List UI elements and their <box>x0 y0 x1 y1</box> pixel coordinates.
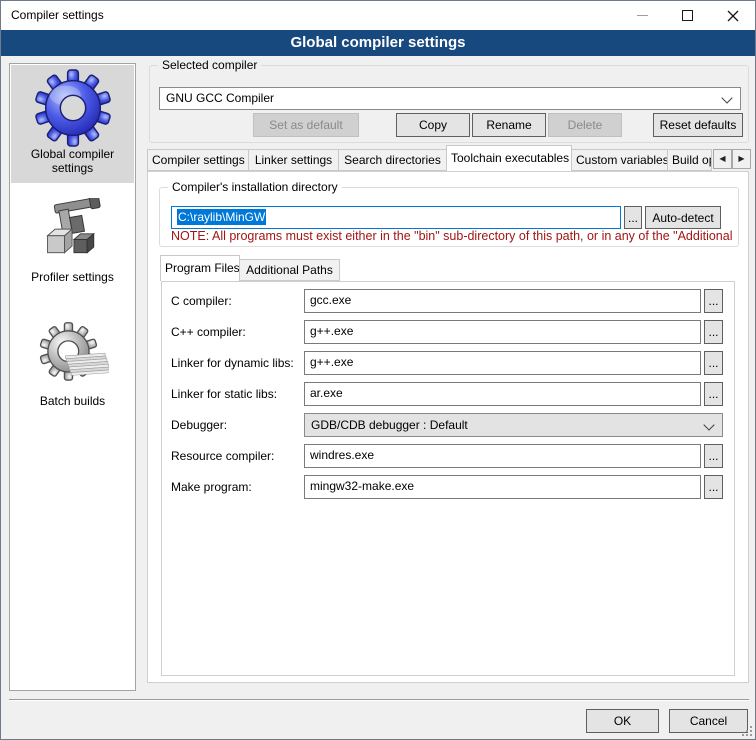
cancel-button[interactable]: Cancel <box>669 709 748 733</box>
make-program-browse-button[interactable]: ... <box>704 475 723 499</box>
tab-custom-variables[interactable]: Custom variables <box>572 149 668 171</box>
close-button[interactable] <box>710 1 755 30</box>
field-row-linker-dynamic: Linker for dynamic libs: g++.exe ... <box>171 351 723 375</box>
installation-directory-input[interactable]: C:\raylib\MinGW <box>171 206 621 229</box>
tab-additional-paths[interactable]: Additional Paths <box>240 259 340 281</box>
field-label: C compiler: <box>171 289 232 313</box>
caption-buttons <box>620 1 755 30</box>
chevron-down-icon <box>703 419 714 430</box>
page-title: Global compiler settings <box>1 30 755 56</box>
auto-detect-button[interactable]: Auto-detect <box>645 206 721 229</box>
installation-directory-value: C:\raylib\MinGW <box>177 209 266 225</box>
chevron-down-icon <box>721 92 732 103</box>
field-label: Linker for static libs: <box>171 382 277 406</box>
field-label: Linker for dynamic libs: <box>171 351 294 375</box>
rename-button[interactable]: Rename <box>472 113 546 137</box>
debugger-select-value: GDB/CDB debugger : Default <box>311 418 468 432</box>
minimize-icon <box>637 15 648 16</box>
sidebar-item-batch-builds[interactable]: Batch builds <box>11 316 134 424</box>
tab-search-directories[interactable]: Search directories <box>339 149 447 171</box>
tab-toolchain-executables[interactable]: Toolchain executables <box>446 145 572 171</box>
reset-defaults-button[interactable]: Reset defaults <box>653 113 743 137</box>
cpp-compiler-input[interactable]: g++.exe <box>304 320 701 344</box>
program-files-tab-strip: Program Files Additional Paths <box>161 255 340 281</box>
window-title: Compiler settings <box>11 1 104 30</box>
compiler-settings-dialog: Compiler settings Global compiler settin… <box>0 0 756 740</box>
set-as-default-button: Set as default <box>253 113 359 137</box>
linker-static-input[interactable]: ar.exe <box>304 382 701 406</box>
settings-tab-strip: Compiler settings Linker settings Search… <box>147 145 712 171</box>
c-compiler-input[interactable]: gcc.exe <box>304 289 701 313</box>
sidebar-item-label: Batch builds <box>38 394 107 408</box>
settings-category-list: Global compiler settings Profiler settin… <box>9 63 136 691</box>
field-label: Resource compiler: <box>171 444 274 468</box>
gray-gear-stack-icon <box>37 322 109 388</box>
compiler-select-value: GNU GCC Compiler <box>166 91 274 105</box>
field-row-debugger: Debugger: GDB/CDB debugger : Default <box>171 413 723 437</box>
resource-compiler-input[interactable]: windres.exe <box>304 444 701 468</box>
installation-directory-group-label: Compiler's installation directory <box>168 180 342 195</box>
compiler-select[interactable]: GNU GCC Compiler <box>159 87 741 110</box>
resize-grip[interactable] <box>740 724 752 736</box>
sidebar-item-label: Profiler settings <box>29 270 116 284</box>
tab-scroll-left-button[interactable]: ◀ <box>713 149 732 169</box>
tab-scroll-right-button[interactable]: ▶ <box>732 149 751 169</box>
caliper-icon <box>40 198 106 264</box>
tab-compiler-settings[interactable]: Compiler settings <box>147 149 249 171</box>
installation-directory-browse-button[interactable]: ... <box>624 206 642 229</box>
title-bar[interactable]: Compiler settings <box>1 1 755 30</box>
footer-divider <box>9 699 749 700</box>
tab-build-options[interactable]: Build options <box>668 149 712 171</box>
maximize-icon <box>682 10 693 21</box>
sidebar-item-profiler-settings[interactable]: Profiler settings <box>11 192 134 300</box>
maximize-button[interactable] <box>665 1 710 30</box>
linker-static-browse-button[interactable]: ... <box>704 382 723 406</box>
ok-button[interactable]: OK <box>586 709 659 733</box>
bin-subdirectory-note: NOTE: All programs must exist either in … <box>171 229 747 243</box>
sidebar-item-label: Global compiler settings <box>11 147 134 175</box>
field-row-resource-compiler: Resource compiler: windres.exe ... <box>171 444 723 468</box>
field-label: C++ compiler: <box>171 320 246 344</box>
tab-program-files[interactable]: Program Files <box>160 255 240 281</box>
debugger-select[interactable]: GDB/CDB debugger : Default <box>304 413 723 437</box>
delete-button: Delete <box>548 113 622 137</box>
close-icon <box>727 10 739 22</box>
resource-compiler-browse-button[interactable]: ... <box>704 444 723 468</box>
tab-linker-settings[interactable]: Linker settings <box>249 149 339 171</box>
cpp-compiler-browse-button[interactable]: ... <box>704 320 723 344</box>
minimize-button <box>620 1 665 30</box>
field-row-c-compiler: C compiler: gcc.exe ... <box>171 289 723 313</box>
make-program-input[interactable]: mingw32-make.exe <box>304 475 701 499</box>
blue-gear-icon <box>34 69 112 147</box>
field-label: Debugger: <box>171 413 227 437</box>
copy-button[interactable]: Copy <box>396 113 470 137</box>
field-row-linker-static: Linker for static libs: ar.exe ... <box>171 382 723 406</box>
selected-compiler-group-label: Selected compiler <box>158 58 261 73</box>
field-row-cpp-compiler: C++ compiler: g++.exe ... <box>171 320 723 344</box>
sidebar-item-global-compiler-settings[interactable]: Global compiler settings <box>11 65 134 183</box>
field-row-make-program: Make program: mingw32-make.exe ... <box>171 475 723 499</box>
field-label: Make program: <box>171 475 252 499</box>
linker-dynamic-input[interactable]: g++.exe <box>304 351 701 375</box>
linker-dynamic-browse-button[interactable]: ... <box>704 351 723 375</box>
c-compiler-browse-button[interactable]: ... <box>704 289 723 313</box>
